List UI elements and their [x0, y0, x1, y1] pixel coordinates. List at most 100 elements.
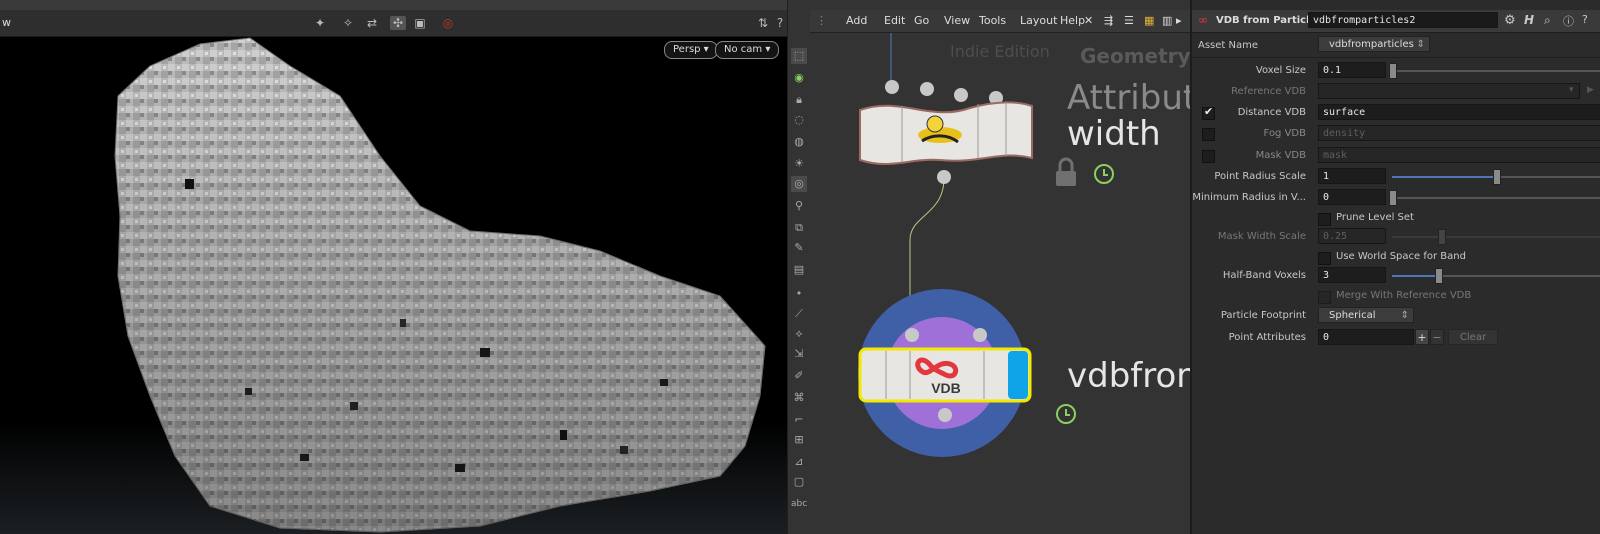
fog-vdb-label: Fog VDB [1263, 128, 1306, 139]
scene-viewport[interactable] [0, 0, 787, 534]
particle-footprint-menu[interactable]: Spherical ⇕ [1318, 307, 1414, 323]
camera-icon[interactable]: ▤ [791, 262, 807, 278]
record-icon[interactable]: ◎ [440, 16, 456, 30]
select-mode-icon[interactable]: ⬚ [791, 48, 807, 64]
voxel-size-label: Voxel Size [1255, 65, 1306, 76]
fog-vdb-field[interactable]: density [1318, 125, 1600, 141]
mask-width-scale-handle[interactable] [1438, 229, 1446, 245]
pin-icon[interactable]: ⚲ [791, 198, 807, 214]
display-icon[interactable]: ▣ [412, 16, 428, 30]
help-h-icon[interactable]: H [1524, 13, 1534, 27]
param-header: ∞ VDB from Particles vdbfromparticles2 ⚙… [1192, 10, 1600, 33]
min-radius-slider[interactable] [1392, 197, 1600, 199]
transform-icon[interactable]: ⇲ [791, 346, 807, 362]
node2-time-dependent-icon [1056, 404, 1076, 424]
node1-input-3 [954, 88, 968, 102]
node2-name-label[interactable]: vdbfrom [1067, 356, 1190, 396]
voxel-size-field[interactable]: 0.1 [1318, 62, 1386, 78]
half-band-voxels-field[interactable]: 3 [1318, 267, 1386, 283]
half-band-voxels-handle[interactable] [1435, 268, 1443, 284]
network-editor[interactable]: ⋮ Add Edit Go View Tools Layout Help ✕ ⇶… [810, 0, 1190, 534]
frame-icon[interactable]: ▢ [791, 474, 807, 490]
header-divider [1192, 57, 1600, 58]
prune-level-set-label: Prune Level Set [1336, 212, 1414, 223]
search-icon[interactable]: ⌕ [1544, 13, 1551, 28]
node2-input-1 [905, 328, 919, 342]
distance-vdb-field[interactable]: surface [1318, 104, 1600, 120]
voxel-size-slider[interactable] [1392, 70, 1600, 72]
add-attribute-button[interactable]: + [1415, 329, 1429, 345]
asset-menu-arrow-icon: ⇕ [1416, 39, 1425, 50]
mask-width-scale-slider[interactable] [1392, 236, 1600, 238]
half-band-voxels-slider[interactable] [1392, 275, 1600, 277]
point-radius-scale-handle[interactable] [1493, 169, 1501, 185]
point-radius-scale-field[interactable]: 1 [1318, 168, 1386, 184]
prune-level-set-checkbox[interactable] [1318, 213, 1331, 226]
lock-icon[interactable]: 🔒︎ [791, 92, 807, 108]
paint-icon[interactable]: ✐ [791, 368, 807, 384]
asset-name-menu[interactable]: vdbfromparticles ⇕ [1318, 36, 1430, 52]
group-icon[interactable]: ⧉ [791, 220, 807, 236]
snap-icon[interactable]: ✣ [390, 16, 406, 30]
reference-vdb-menu-icon[interactable]: ▾ [1569, 85, 1574, 95]
min-radius-field[interactable]: 0 [1318, 189, 1386, 205]
node1-type-label: Attribute [1067, 78, 1190, 118]
brush-icon[interactable]: ✎ [791, 240, 807, 256]
min-radius-handle[interactable] [1389, 190, 1397, 206]
info-icon[interactable]: ⓘ [1563, 13, 1574, 29]
mask-width-scale-field[interactable]: 0.25 [1318, 228, 1386, 244]
text-icon[interactable]: abc [791, 496, 807, 512]
half-band-voxels-fill [1392, 275, 1438, 277]
handle-icon[interactable]: ⇄ [364, 16, 380, 30]
point-attributes-field[interactable]: 0 [1318, 329, 1414, 345]
select-icon[interactable]: ✦ [312, 16, 328, 30]
help-icon[interactable]: ? [1582, 13, 1588, 26]
vdb-display-flag [1008, 351, 1028, 399]
clear-attributes-button[interactable]: Clear [1448, 329, 1498, 345]
camera-select-menu[interactable]: No cam ▾ [715, 41, 780, 59]
vdb-icon-text: VDB [931, 380, 961, 396]
node-name-field[interactable]: vdbfromparticles2 [1308, 12, 1498, 28]
measure-icon[interactable]: ⌐ [791, 412, 807, 428]
voxel-size-slider-handle[interactable] [1389, 63, 1397, 79]
ruler-icon[interactable]: ⊿ [791, 454, 807, 470]
wireframe-icon[interactable]: ◌ [791, 112, 807, 128]
point-icon[interactable]: • [791, 286, 807, 302]
pick-icon[interactable]: ⟡ [791, 326, 807, 342]
viewport-toolbar: ✦ ✧ ⇄ ✣ ▣ ◎ ⇅ ? [0, 10, 787, 37]
mask-width-scale-label: Mask Width Scale [1217, 231, 1306, 242]
shaded-icon[interactable]: ◍ [791, 134, 807, 150]
merge-reference-checkbox[interactable] [1318, 291, 1331, 304]
node2-output [938, 408, 952, 422]
reference-vdb-pick-icon[interactable]: ▶ [1587, 85, 1594, 95]
viewport-title: w [2, 16, 11, 29]
use-world-space-label: Use World Space for Band [1336, 251, 1466, 262]
ghost-icon[interactable]: ◎ [791, 176, 807, 192]
edge-icon[interactable]: ⟋ [791, 306, 807, 322]
particle-footprint-label: Particle Footprint [1220, 310, 1306, 321]
light-icon[interactable]: ☀ [791, 156, 807, 172]
gear-icon[interactable]: ⚙ [1504, 13, 1516, 28]
mask-vdb-label: Mask VDB [1255, 150, 1306, 161]
point-radius-scale-fill [1392, 176, 1496, 178]
camera-persp-label: Persp [673, 44, 701, 55]
parameter-pane: ∞ VDB from Particles vdbfromparticles2 ⚙… [1190, 0, 1600, 534]
merge-reference-label: Merge With Reference VDB [1336, 290, 1472, 301]
use-world-space-checkbox[interactable] [1318, 252, 1331, 265]
sculpt-icon[interactable]: ⌘ [791, 390, 807, 406]
asset-name-label: Asset Name [1198, 40, 1259, 51]
grid-icon[interactable]: ⊞ [791, 432, 807, 448]
camera-persp-menu[interactable]: Persp ▾ [664, 41, 718, 59]
node1-name-label[interactable]: width [1067, 114, 1161, 154]
view-tool-icon[interactable]: ◉ [791, 70, 807, 86]
voxel-mesh [114, 37, 766, 533]
point-attributes-label: Point Attributes [1228, 332, 1306, 343]
options-icon[interactable]: ⇅ [755, 16, 771, 30]
pose-icon[interactable]: ✧ [340, 16, 356, 30]
reference-vdb-label: Reference VDB [1231, 86, 1306, 97]
remove-attribute-button[interactable]: − [1430, 329, 1444, 345]
mask-vdb-field[interactable]: mask [1318, 147, 1600, 163]
half-band-voxels-label: Half-Band Voxels [1222, 270, 1306, 281]
reference-vdb-field[interactable] [1318, 83, 1580, 99]
help-icon[interactable]: ? [772, 16, 788, 30]
